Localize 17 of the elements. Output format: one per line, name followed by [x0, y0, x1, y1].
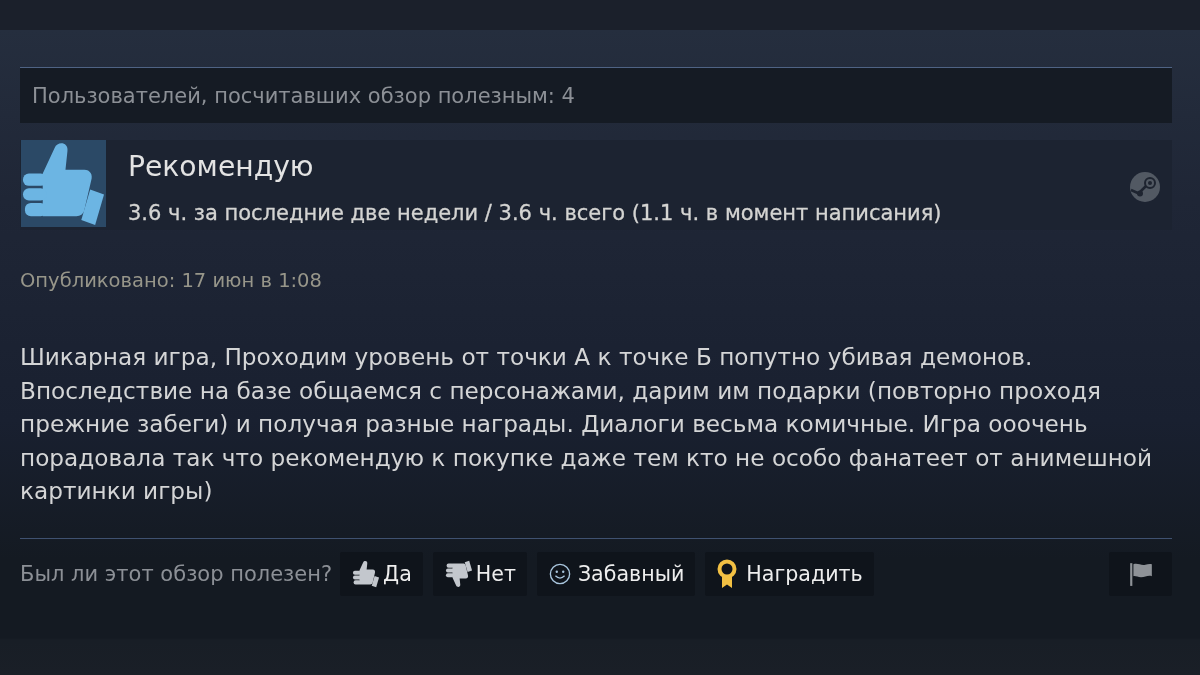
posted-date: Опубликовано: 17 июн в 1:08: [20, 268, 323, 294]
yes-button[interactable]: Да: [340, 551, 423, 596]
thumbs-up-icon: [352, 559, 381, 588]
helpful-count-text: Пользователей, посчитавших обзор полезным: 4: [32, 83, 575, 108]
review-text: Шикарная игра, Проходим уровень от точки А к точке Б попутно убивая демонов. Впоследствие на базе общаемся с персонажами, дарим им подарки (повторно проходя прежние забеги) и получая разные награды. Диалоги весьма комичные. Игра ооочень порадовала так что рекомендую к покупке даже тем кто не особо фанатеет от анимешной картинки игры): [20, 342, 1154, 506]
funny-button[interactable]: Забавный: [536, 551, 696, 596]
smiley-icon: [548, 562, 571, 585]
thumbs-down-icon: [444, 559, 473, 588]
flag-button[interactable]: [1109, 551, 1172, 596]
no-button[interactable]: Нет: [432, 551, 527, 596]
playtime-text: 3.6 ч. за последние две недели / 3.6 ч. всего (1.1 ч. в момент написания): [128, 200, 942, 227]
flag-icon: [1127, 560, 1154, 587]
award-button[interactable]: Наградить: [705, 551, 874, 596]
medal-icon: [717, 558, 738, 589]
logo-icon: [1129, 171, 1161, 203]
verdict-title: Рекомендую: [128, 149, 315, 185]
helpful-question: Был ли этот обзор полезен?: [20, 561, 333, 586]
